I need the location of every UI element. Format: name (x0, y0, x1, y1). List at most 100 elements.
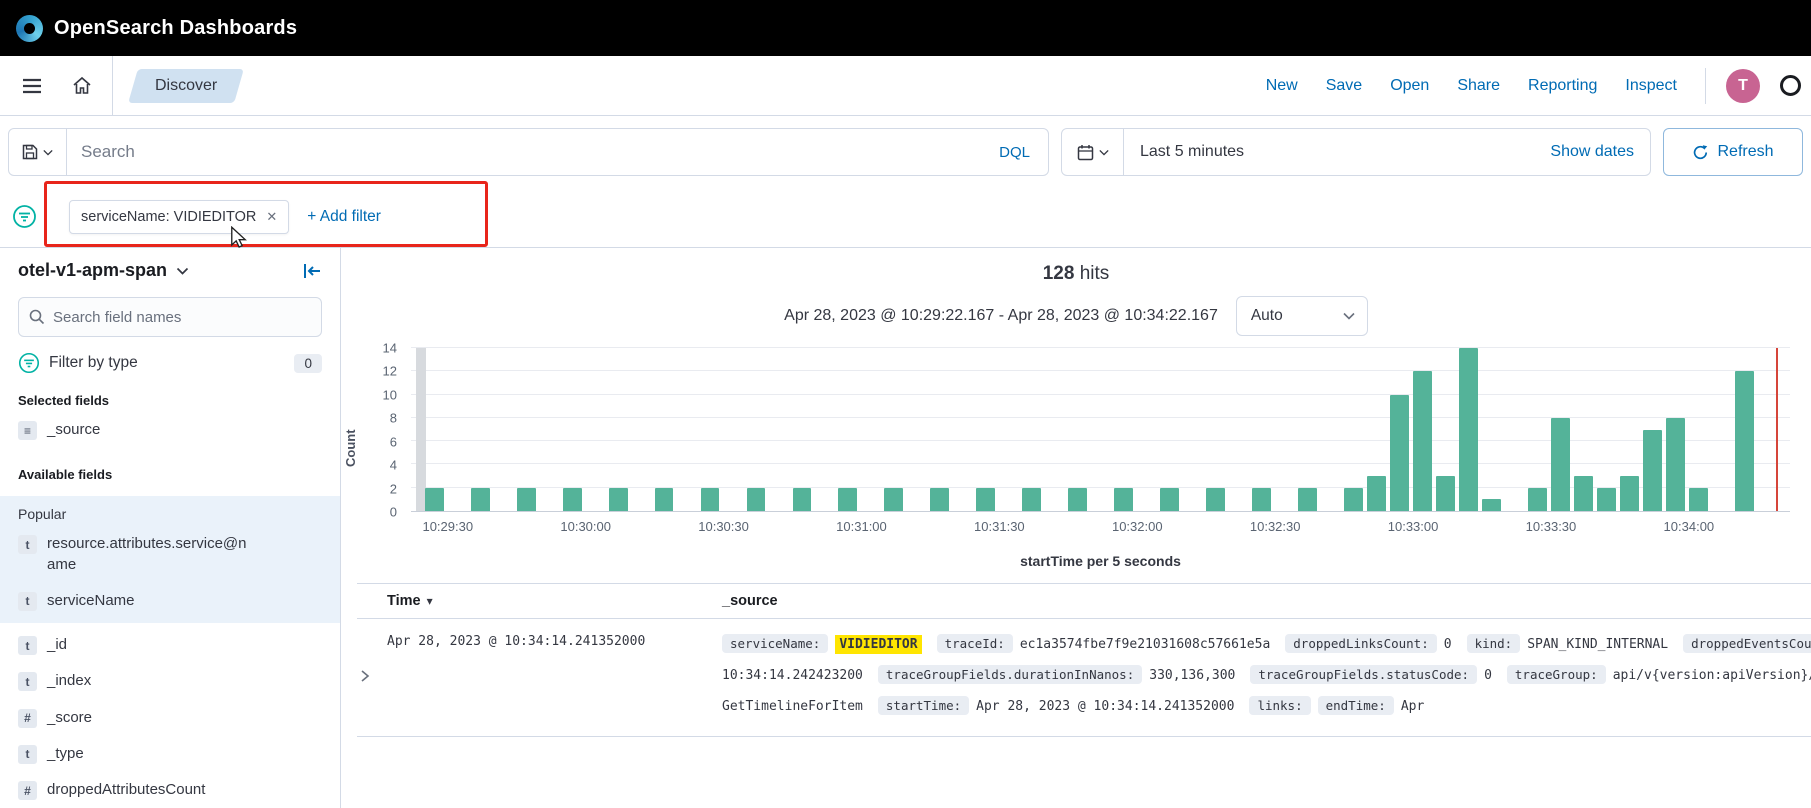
source-field-value: 330,136,300 (1149, 668, 1235, 683)
histogram-bar[interactable] (976, 488, 995, 511)
field-item-serviceName[interactable]: tserviceName (18, 583, 322, 619)
date-range-label: Apr 28, 2023 @ 10:29:22.167 - Apr 28, 20… (784, 307, 1218, 325)
x-axis-labels: 10:29:3010:30:0010:30:3010:31:0010:31:30… (411, 519, 1790, 541)
nav-action-inspect[interactable]: Inspect (1625, 77, 1677, 95)
source-field-value: 0 (1444, 637, 1452, 652)
histogram-bar[interactable] (655, 488, 674, 511)
field-search-box (18, 297, 322, 337)
filter-by-type-button[interactable]: Filter by type 0 (18, 352, 322, 374)
breadcrumb-discover[interactable]: Discover (133, 69, 239, 103)
histogram-bar[interactable] (425, 488, 444, 511)
chevron-down-icon[interactable] (176, 267, 189, 275)
field-item-droppedAttributesCount[interactable]: # droppedAttributesCount (18, 772, 322, 808)
table-row: Apr 28, 2023 @ 10:34:14.241352000service… (357, 619, 1811, 737)
histogram-bar[interactable] (471, 488, 490, 511)
histogram-bar[interactable] (1436, 476, 1455, 511)
date-picker-button[interactable] (1062, 129, 1124, 175)
histogram-bar[interactable] (1114, 488, 1133, 511)
histogram-bar[interactable] (747, 488, 766, 511)
histogram-bar[interactable] (1574, 476, 1593, 511)
index-pattern-switcher[interactable]: otel-v1-apm-span (18, 260, 167, 281)
hits-summary: 128 hits (341, 262, 1811, 286)
histogram-bar[interactable] (1068, 488, 1087, 511)
source-field-key: droppedEventsCount: (1683, 634, 1811, 653)
gridline (411, 417, 1790, 418)
histogram-bar[interactable] (517, 488, 536, 511)
field-search-input[interactable] (53, 309, 311, 326)
chevron-down-icon (1099, 149, 1109, 156)
nav-left: Discover (12, 56, 239, 115)
histogram-bar[interactable] (1597, 488, 1616, 511)
interval-select[interactable]: Auto (1236, 296, 1368, 336)
remove-filter-icon[interactable]: ✕ (266, 209, 277, 225)
filter-pill[interactable]: serviceName: VIDIEDITOR ✕ (69, 200, 289, 234)
histogram-bar[interactable] (1022, 488, 1041, 511)
histogram-bar[interactable] (1735, 371, 1754, 511)
histogram-bar[interactable] (1666, 418, 1685, 511)
source-field-key: traceGroupFields.statusCode: (1250, 665, 1477, 684)
chevron-down-icon (1343, 312, 1355, 320)
field-item-_id[interactable]: t_id (18, 627, 322, 663)
histogram-bar[interactable] (701, 488, 720, 511)
histogram-bar[interactable] (1689, 488, 1708, 511)
collapse-sidebar-icon[interactable] (303, 263, 322, 279)
number-type-icon: # (18, 781, 37, 800)
y-tick-label: 0 (390, 505, 397, 520)
histogram-bar[interactable] (884, 488, 903, 511)
source-field-key: traceGroup: (1507, 665, 1606, 684)
x-tick-label: 10:32:00 (1112, 519, 1163, 534)
histogram-bar[interactable] (1528, 488, 1547, 511)
time-column-header[interactable]: Time ▾ (387, 593, 722, 609)
nav-action-save[interactable]: Save (1326, 77, 1362, 95)
nav-action-reporting[interactable]: Reporting (1528, 77, 1597, 95)
field-item-_score[interactable]: #_score (18, 700, 322, 736)
x-tick-label: 10:31:30 (974, 519, 1025, 534)
histogram-bar[interactable] (1252, 488, 1271, 511)
time-range-label[interactable]: Last 5 minutes (1124, 143, 1550, 161)
field-item-resource.attributes.service@name[interactable]: tresource.attributes.service@name (18, 526, 322, 583)
user-avatar[interactable]: T (1726, 69, 1760, 103)
refresh-button[interactable]: Refresh (1663, 128, 1803, 176)
saved-query-button[interactable] (9, 129, 67, 175)
expand-row-button[interactable] (357, 629, 387, 722)
nav-divider (112, 56, 113, 115)
histogram-bar[interactable] (1367, 476, 1386, 511)
filter-by-type-label: Filter by type (49, 354, 138, 372)
histogram-bar[interactable] (838, 488, 857, 511)
nav-action-open[interactable]: Open (1390, 77, 1429, 95)
nav-action-share[interactable]: Share (1457, 77, 1500, 95)
add-filter-link[interactable]: + Add filter (307, 208, 381, 226)
field-item-_index[interactable]: t_index (18, 663, 322, 699)
show-dates-link[interactable]: Show dates (1550, 143, 1650, 161)
histogram-bar[interactable] (1551, 418, 1570, 511)
histogram-bar[interactable] (563, 488, 582, 511)
histogram-bar[interactable] (1482, 499, 1501, 511)
histogram-bar[interactable] (1413, 371, 1432, 511)
histogram-plot[interactable] (411, 348, 1790, 512)
histogram-bar[interactable] (793, 488, 812, 511)
search-input[interactable] (67, 129, 981, 175)
query-language-button[interactable]: DQL (981, 129, 1048, 175)
histogram-bar[interactable] (1206, 488, 1225, 511)
histogram-bar[interactable] (1344, 488, 1363, 511)
histogram-bar[interactable] (1298, 488, 1317, 511)
gridline (411, 347, 1790, 348)
field-name: droppedAttributesCount (47, 780, 205, 800)
histogram-bar[interactable] (1390, 395, 1409, 511)
field-item-_source[interactable]: ≡_source (18, 412, 322, 448)
histogram-bar[interactable] (1620, 476, 1639, 511)
menu-button[interactable] (12, 68, 52, 104)
app-root: OpenSearch Dashboards Discover (0, 0, 1811, 808)
histogram-bar[interactable] (1459, 348, 1478, 511)
app-ring-icon[interactable] (1780, 75, 1801, 96)
source-field-key: droppedLinksCount: (1285, 634, 1436, 653)
histogram-bar[interactable] (609, 488, 628, 511)
home-button[interactable] (62, 66, 102, 105)
histogram-bar[interactable] (1160, 488, 1179, 511)
histogram-bar[interactable] (930, 488, 949, 511)
histogram-bar[interactable] (1643, 430, 1662, 512)
selected-fields-list: ≡_source (18, 412, 322, 448)
field-item-_type[interactable]: t_type (18, 736, 322, 772)
available-fields-list: t_idt_index#_scoret_type # droppedAttribut… (18, 627, 322, 808)
nav-action-new[interactable]: New (1266, 77, 1298, 95)
